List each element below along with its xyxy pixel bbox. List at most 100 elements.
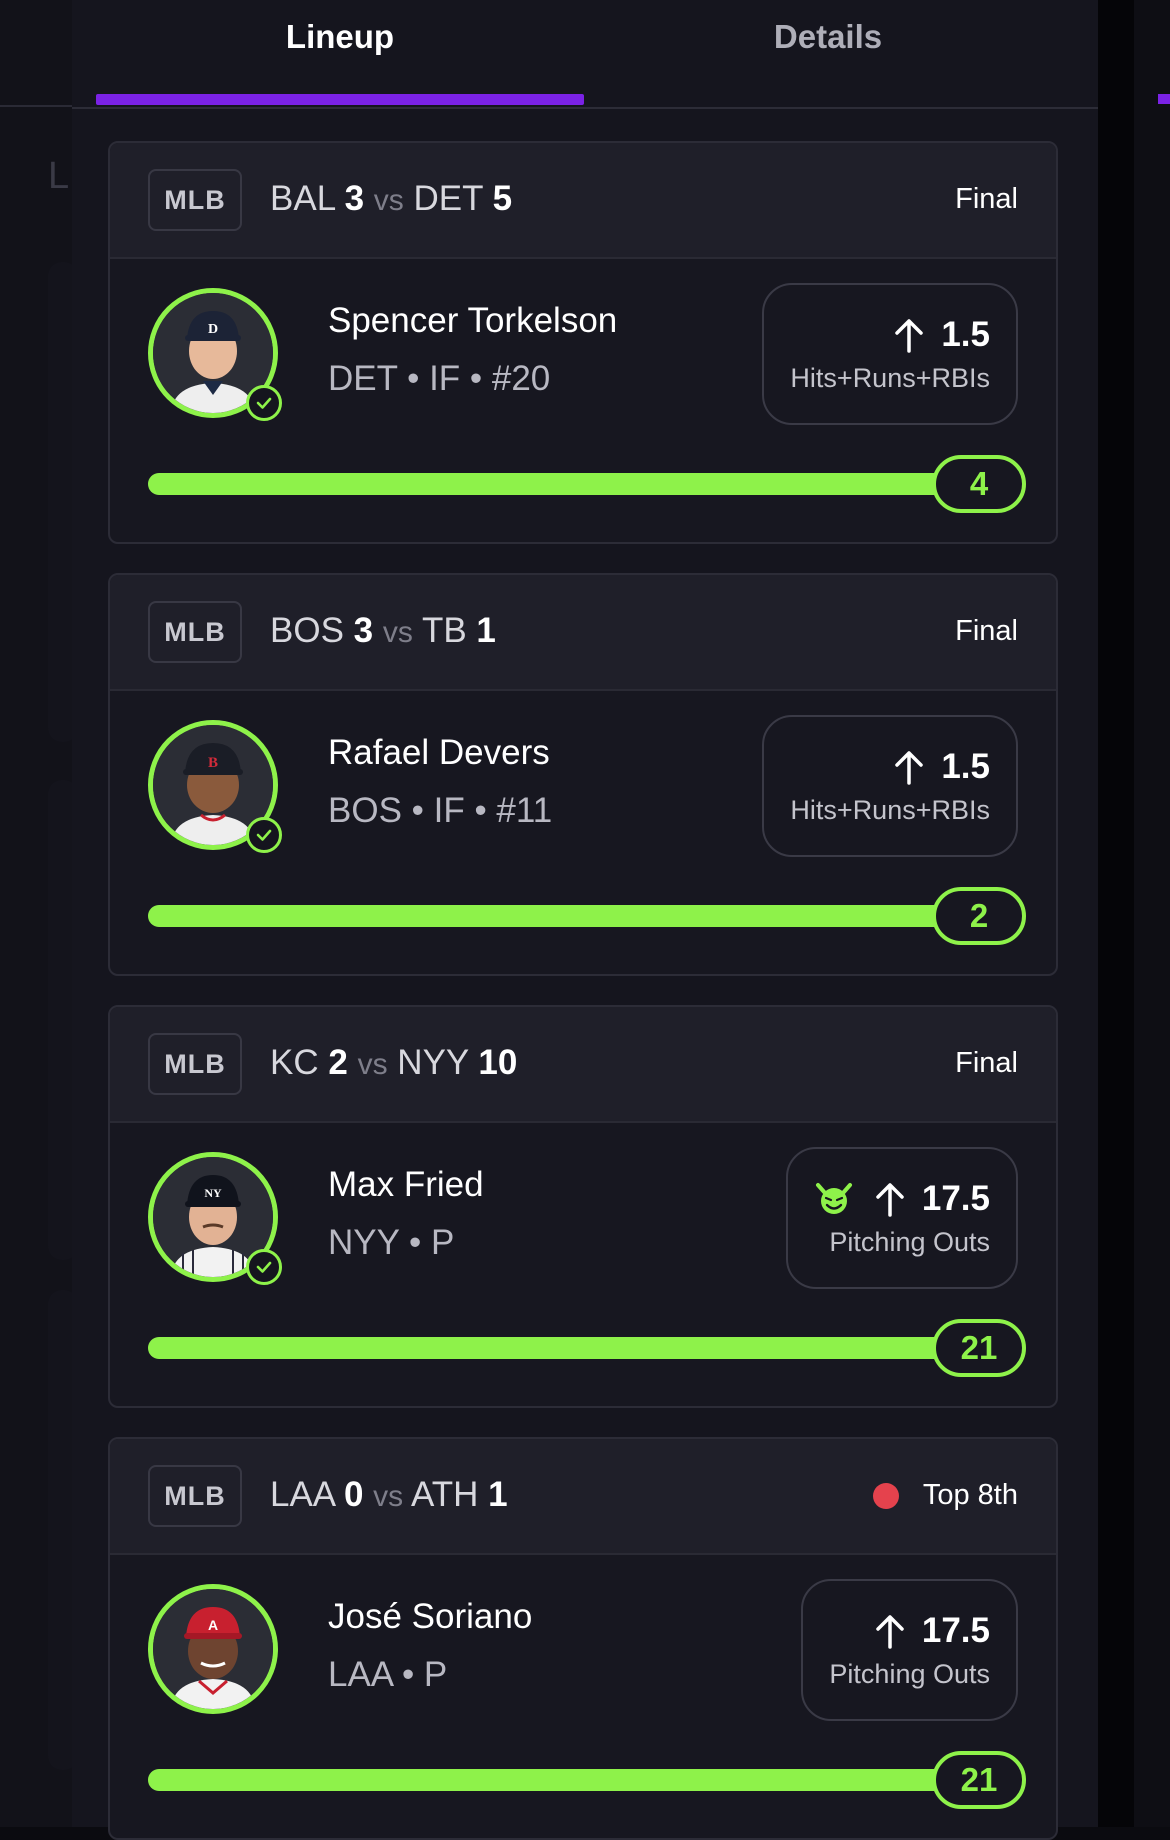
team-home: LAA [270,1475,335,1514]
prop-stat: Hits+Runs+RBIs [790,362,990,393]
progress-fill [148,1769,1018,1791]
pick-card[interactable]: MLB BOS 3 vs TB 1 Final B Rafael Devers … [108,573,1058,976]
active-tab-indicator [96,94,584,105]
pick-card[interactable]: MLB BAL 3 vs DET 5 Final D Spencer Torke… [108,141,1058,544]
check-icon [246,1249,282,1285]
player-meta: NYY • P [328,1223,455,1262]
score-home: 0 [343,1475,364,1514]
cap-logo: D [208,322,218,337]
progress-fill [148,1337,1018,1359]
game-status-label: Final [955,1047,1018,1079]
up-arrow-icon [874,1613,906,1649]
pick-card[interactable]: MLB KC 2 vs NYY 10 Final NY Max Fried NY… [108,1005,1058,1408]
background-divider [0,105,72,107]
pick-card[interactable]: MLB LAA 0 vs ATH 1 Top 8th A José Sorian… [108,1437,1058,1840]
cap-logo: B [208,755,218,771]
game-status-label: Final [955,615,1018,647]
demon-icon [814,1181,854,1217]
game-header: MLB KC 2 vs NYY 10 Final [110,1007,1056,1123]
prop-line-value: 17.5 [921,1610,990,1650]
up-arrow-icon [893,317,925,353]
tab-bar: Lineup Details [72,0,1098,109]
player-name: Spencer Torkelson [328,301,618,340]
background-gutter [1098,0,1134,1827]
score-home: 2 [328,1043,348,1082]
game-status: Final [955,615,1018,648]
game-score: BOS 3 vs TB 1 [270,611,496,651]
prop-line-value: 1.5 [941,314,990,354]
game-status: Final [955,1047,1018,1080]
league-badge: MLB [148,1465,242,1527]
team-away: TB [421,611,467,650]
progress-track [148,1769,1018,1791]
player-name: Rafael Devers [328,733,550,772]
score-away: 10 [478,1043,518,1082]
up-arrow-icon [874,1181,906,1217]
player-name: Max Fried [328,1165,484,1204]
score-home: 3 [353,611,374,650]
player-headshot-icon: A [153,1589,273,1709]
player-avatar-wrap: NY [148,1152,282,1285]
tab-details[interactable]: Details [584,18,1072,56]
game-header: MLB BOS 3 vs TB 1 Final [110,575,1056,691]
game-header: MLB BAL 3 vs DET 5 Final [110,143,1056,259]
player-avatar-wrap: D [148,288,282,421]
prop-line-box: 1.5 Hits+Runs+RBIs [762,715,1018,857]
prop-stat: Pitching Outs [829,1226,990,1257]
score-away: 1 [488,1475,508,1514]
league-badge: MLB [148,169,242,231]
team-home: BOS [270,611,344,650]
background-text-fragment: L [48,155,70,197]
team-away: DET [413,179,483,218]
team-home: KC [270,1043,319,1082]
progress-track [148,1337,1018,1359]
avatar: A [148,1584,278,1714]
result-value: 21 [932,1751,1026,1809]
team-away: ATH [410,1475,479,1514]
game-status: Top 8th [872,1479,1018,1512]
prop-line-box: 17.5 Pitching Outs [785,1147,1018,1289]
prop-line-value: 1.5 [941,746,990,786]
check-icon [246,817,282,853]
background-tab-indicator [1158,94,1170,104]
prop-line-box: 1.5 Hits+Runs+RBIs [762,283,1018,425]
prop-stat: Hits+Runs+RBIs [790,794,990,825]
score-home: 3 [344,179,365,218]
tab-lineup[interactable]: Lineup [96,18,584,56]
player-name: José Soriano [328,1597,533,1636]
player-meta: DET • IF • #20 [328,359,551,398]
team-home: BAL [270,179,335,218]
prop-stat: Pitching Outs [829,1658,990,1689]
prop-line: 1.5 [893,747,990,787]
progress-fill [148,905,1018,927]
player-avatar-wrap: B [148,720,282,853]
progress-track [148,473,1018,495]
league-badge: MLB [148,601,242,663]
check-icon [246,385,282,421]
result-value: 4 [932,455,1026,513]
player-meta: LAA • P [328,1655,448,1694]
progress-track [148,905,1018,927]
cap-logo: A [208,1617,218,1633]
prop-line: 17.5 [874,1611,990,1651]
result-value: 2 [932,887,1026,945]
game-header: MLB LAA 0 vs ATH 1 Top 8th [110,1439,1056,1555]
player-avatar-wrap: A [148,1584,278,1714]
progress-fill [148,473,1018,495]
team-away: NYY [397,1043,469,1082]
live-dot-icon [872,1482,899,1509]
vs-label: vs [357,1048,388,1081]
game-status: Final [955,183,1018,216]
prop-line: 1.5 [893,315,990,355]
result-value: 21 [932,1319,1026,1377]
game-score: BAL 3 vs DET 5 [270,179,512,219]
player-meta: BOS • IF • #11 [328,791,553,830]
prop-line-box: 17.5 Pitching Outs [801,1579,1018,1721]
up-arrow-icon [893,749,925,785]
prop-line-value: 17.5 [921,1178,990,1218]
lineup-sheet: Lineup Details MLB BAL 3 vs DET 5 Final [72,0,1098,1840]
score-away: 5 [492,179,513,218]
vs-label: vs [382,616,413,649]
game-status-label: Top 8th [922,1479,1018,1511]
prop-line: 17.5 [814,1179,990,1219]
